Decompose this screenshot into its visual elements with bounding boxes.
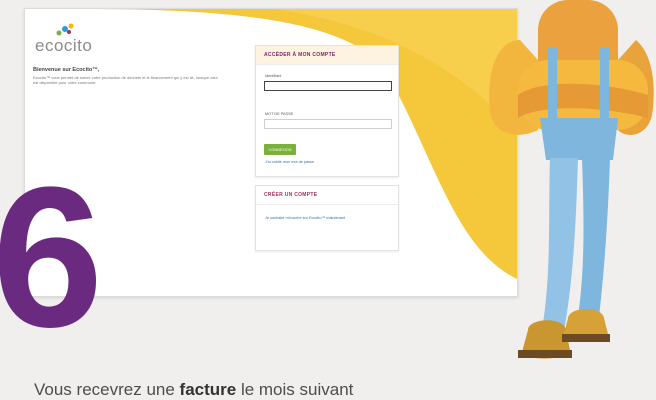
caption-bold: facture	[179, 380, 237, 399]
password-label: MOT DE PASSE	[265, 112, 294, 116]
logo-drops-icon	[56, 23, 74, 36]
create-panel-title: CRÉER UN COMPTE	[256, 186, 398, 205]
username-label: Identifiant	[265, 74, 282, 78]
login-panel: ACCÉDER À MON COMPTE Identifiant MOT DE …	[255, 45, 399, 177]
username-input[interactable]	[264, 81, 392, 91]
caption-start: Vous recevrez une	[34, 380, 180, 399]
connect-button[interactable]: CONNEXION	[264, 144, 296, 155]
caption: Vous recevrez une facture le mois suivan…	[34, 380, 353, 400]
create-account-link[interactable]: Je souhaite m'inscrire sur Ecocito™ main…	[265, 216, 355, 221]
ecocito-logo[interactable]: ecocito	[35, 23, 105, 57]
caption-end: le mois suivant	[236, 380, 354, 399]
create-account-panel: CRÉER UN COMPTE Je souhaite m'inscrire s…	[255, 185, 399, 251]
step-number: 6	[0, 146, 104, 369]
password-input[interactable]	[264, 119, 392, 129]
welcome-section: Bienvenue sur Ecocito™, Ecocito™ vous pe…	[33, 67, 223, 85]
forgot-password-link[interactable]: J'ai oublié mon mot de passe	[265, 160, 314, 165]
welcome-title: Bienvenue sur Ecocito™,	[33, 67, 100, 73]
welcome-text: Ecocito™ vous permet de suivre votre pro…	[33, 75, 218, 85]
login-panel-title: ACCÉDER À MON COMPTE	[256, 46, 398, 65]
logo-text: ecocito	[35, 36, 93, 55]
worker-character-illustration	[489, 0, 654, 359]
